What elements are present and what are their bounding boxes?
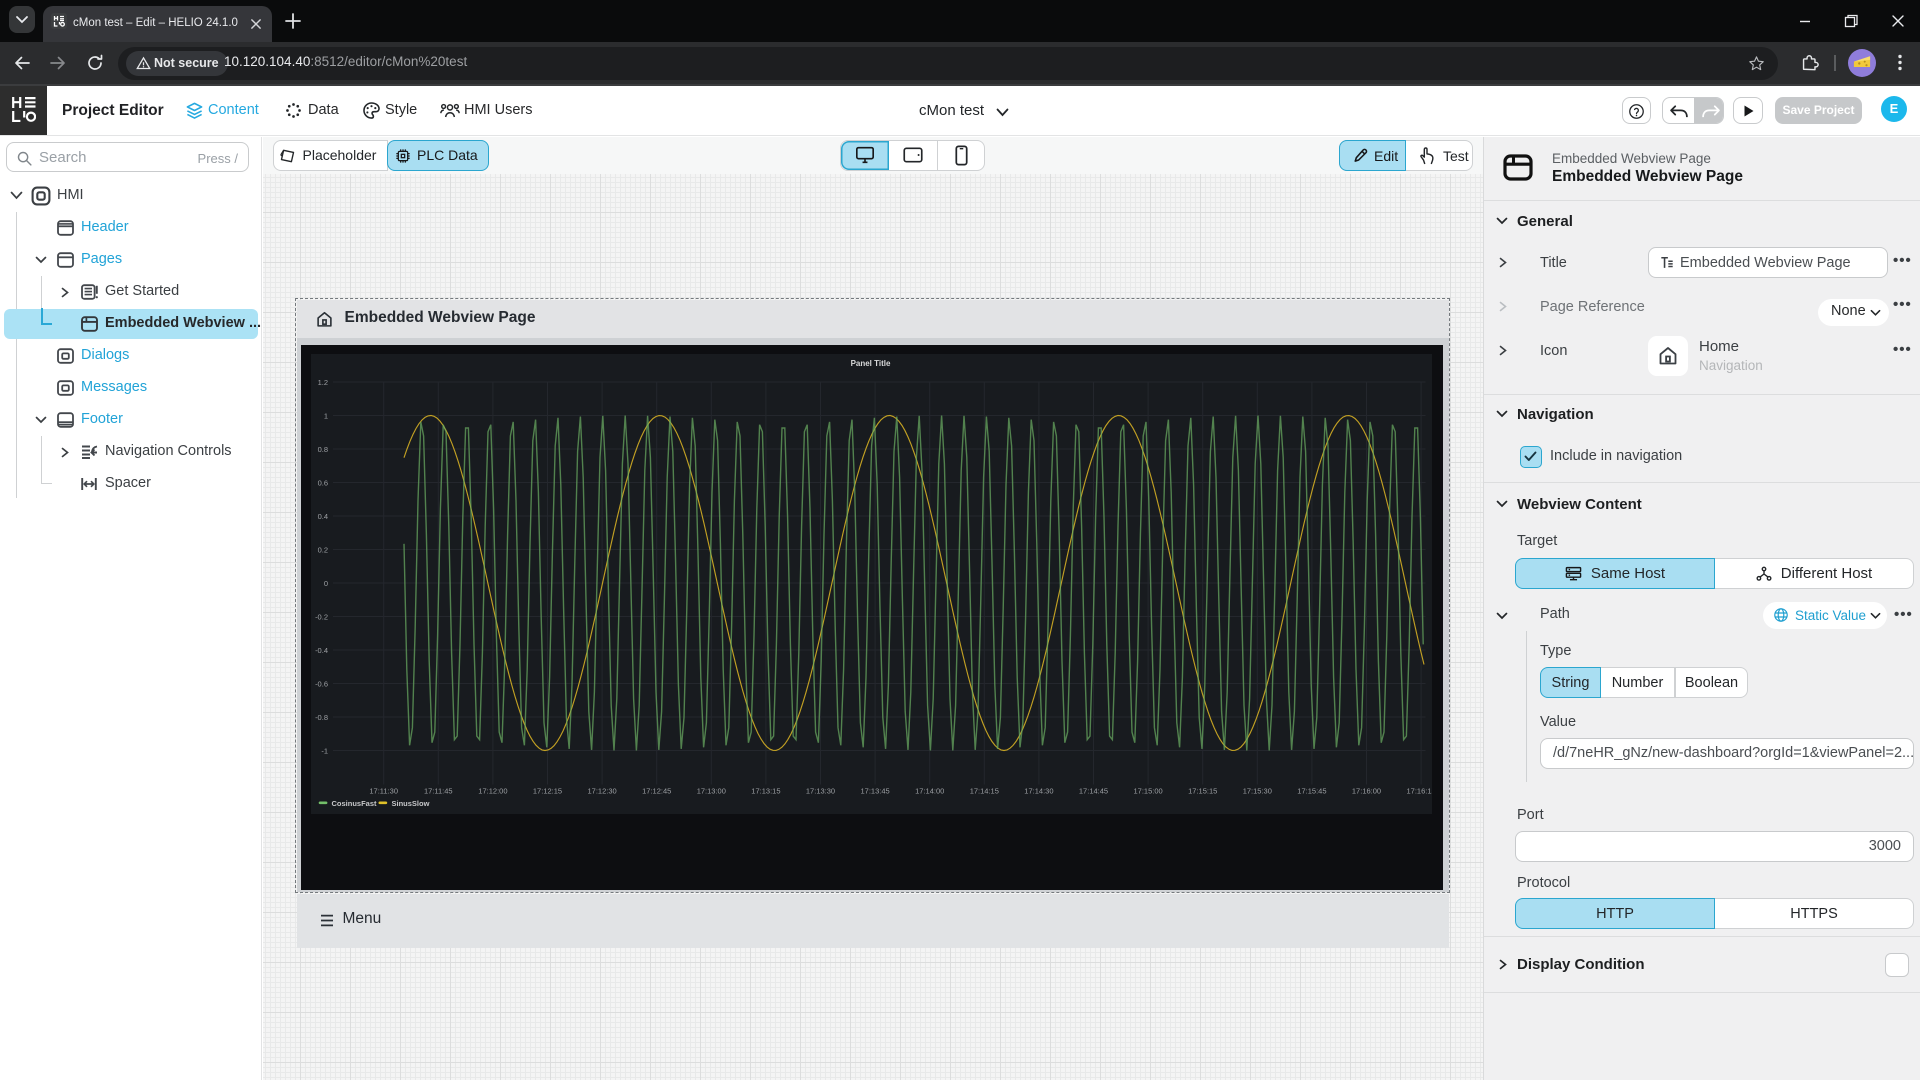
svg-text:-0.2: -0.2 [315, 613, 328, 622]
svg-text:1: 1 [323, 412, 327, 421]
svg-text:17:15:30: 17:15:30 [1242, 787, 1271, 796]
svg-text:0: 0 [323, 579, 327, 588]
svg-text:17:12:45: 17:12:45 [642, 787, 671, 796]
svg-text:17:14:00: 17:14:00 [915, 787, 944, 796]
svg-text:17:12:30: 17:12:30 [587, 787, 616, 796]
svg-text:17:15:45: 17:15:45 [1297, 787, 1326, 796]
svg-text:CosinusFast: CosinusFast [331, 799, 377, 808]
svg-text:-0.6: -0.6 [315, 680, 328, 689]
svg-text:-0.4: -0.4 [315, 646, 328, 655]
svg-text:SinusSlow: SinusSlow [391, 799, 429, 808]
svg-text:17:14:45: 17:14:45 [1078, 787, 1107, 796]
svg-text:-1: -1 [321, 747, 328, 756]
svg-text:1.2: 1.2 [317, 378, 327, 387]
svg-text:17:11:45: 17:11:45 [423, 787, 452, 796]
svg-text:17:15:15: 17:15:15 [1188, 787, 1217, 796]
svg-text:17:13:30: 17:13:30 [805, 787, 834, 796]
svg-text:17:16:00: 17:16:00 [1351, 787, 1380, 796]
svg-text:0.8: 0.8 [317, 445, 327, 454]
svg-text:17:11:30: 17:11:30 [369, 787, 398, 796]
svg-text:17:14:30: 17:14:30 [1024, 787, 1053, 796]
svg-text:0.4: 0.4 [317, 512, 327, 521]
svg-text:17:13:00: 17:13:00 [696, 787, 725, 796]
svg-text:17:12:00: 17:12:00 [478, 787, 507, 796]
svg-text:17:16:15: 17:16:15 [1406, 787, 1432, 796]
svg-text:17:13:45: 17:13:45 [860, 787, 889, 796]
svg-text:0.2: 0.2 [317, 546, 327, 555]
svg-text:17:13:15: 17:13:15 [751, 787, 780, 796]
svg-text:0.6: 0.6 [317, 479, 327, 488]
svg-text:17:12:15: 17:12:15 [532, 787, 561, 796]
svg-text:Panel Title: Panel Title [850, 359, 890, 368]
svg-text:17:14:15: 17:14:15 [969, 787, 998, 796]
svg-text:17:15:00: 17:15:00 [1133, 787, 1162, 796]
svg-text:-0.8: -0.8 [315, 713, 328, 722]
